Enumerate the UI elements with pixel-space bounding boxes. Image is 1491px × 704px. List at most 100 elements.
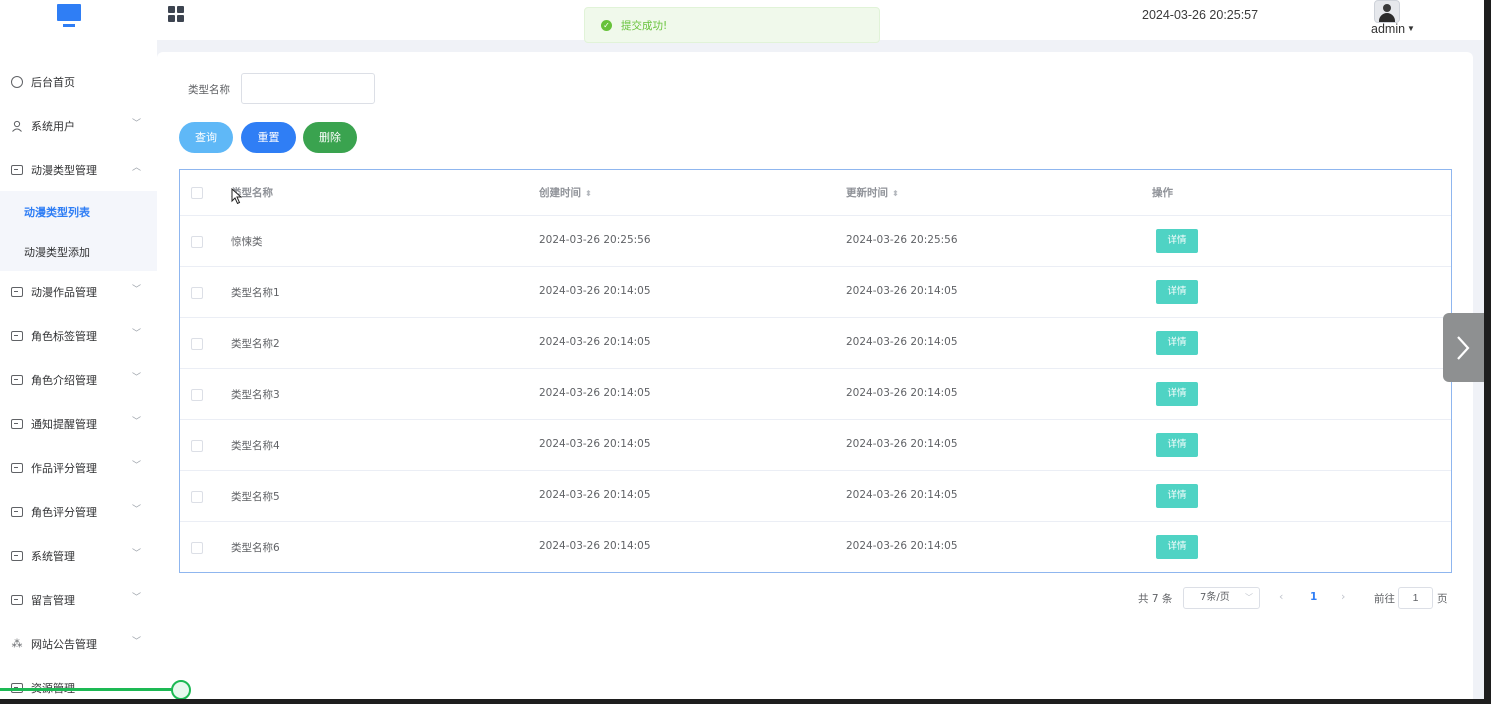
window-edge	[1484, 0, 1491, 704]
table-header: 类型名称 创建时间 ⬍ 更新时间 ⬍ 操作	[180, 170, 1451, 216]
updated-time-cell: 2024-03-26 20:14:05	[846, 387, 958, 399]
type-name-cell: 类型名称2	[231, 338, 280, 350]
sidebar-subitem-label: 动漫类型列表	[24, 206, 90, 219]
row-checkbox[interactable]	[191, 491, 203, 503]
updated-time-cell: 2024-03-26 20:14:05	[846, 438, 958, 450]
success-toast: ✓ 提交成功!	[584, 7, 880, 43]
row-checkbox[interactable]	[191, 440, 203, 452]
page-size-select[interactable]: 7条/页 ﹀	[1183, 587, 1260, 609]
detail-button[interactable]: 详情	[1156, 280, 1198, 304]
chevron-right-icon	[1457, 336, 1470, 360]
sidebar-item-anime-type[interactable]: 动漫类型管理 ︿	[0, 148, 157, 192]
next-page-button[interactable]: ›	[1341, 590, 1345, 603]
created-time-cell: 2024-03-26 20:14:05	[539, 387, 651, 399]
sidebar: 后台首页 系统用户 ﹀ 动漫类型管理 ︿ 动漫类型列表 动漫类型添加 动漫作品管…	[0, 40, 157, 704]
sidebar-item-role-ratings[interactable]: 角色评分管理 ﹀	[0, 490, 157, 534]
type-name-input[interactable]	[241, 73, 375, 104]
detail-button[interactable]: 详情	[1156, 382, 1198, 406]
column-header-updated[interactable]: 更新时间 ⬍	[846, 185, 899, 200]
chevron-up-icon: ︿	[132, 163, 142, 173]
clock-icon	[11, 76, 23, 88]
chevron-down-icon: ﹀	[132, 549, 142, 559]
sidebar-item-system-users[interactable]: 系统用户 ﹀	[0, 104, 157, 148]
avatar[interactable]	[1374, 0, 1400, 23]
detail-button[interactable]: 详情	[1156, 331, 1198, 355]
type-name-cell: 类型名称4	[231, 440, 280, 452]
sidebar-item-label: 系统用户	[31, 120, 75, 133]
row-checkbox[interactable]	[191, 236, 203, 248]
select-all-checkbox[interactable]	[191, 187, 203, 199]
goto-page-input[interactable]	[1398, 587, 1433, 609]
toast-message: 提交成功!	[621, 19, 668, 32]
detail-button[interactable]: 详情	[1156, 535, 1198, 559]
chevron-down-icon: ﹀	[132, 329, 142, 339]
sort-icon[interactable]: ⬍	[892, 189, 899, 198]
table-row: 惊悚类 2024-03-26 20:25:56 2024-03-26 20:25…	[180, 216, 1451, 267]
loading-icon: ⁂	[11, 637, 23, 650]
user-menu[interactable]: admin ▼	[1371, 22, 1415, 36]
bottom-edge	[0, 699, 1491, 704]
detail-button[interactable]: 详情	[1156, 433, 1198, 457]
sidebar-item-label: 动漫类型管理	[31, 164, 97, 177]
chevron-down-icon: ﹀	[132, 119, 142, 129]
next-arrow-button[interactable]	[1443, 313, 1484, 382]
sidebar-item-anime-works[interactable]: 动漫作品管理 ﹀	[0, 270, 157, 314]
page-size-value: 7条/页	[1200, 592, 1230, 603]
sidebar-item-label: 网站公告管理	[31, 638, 97, 651]
sidebar-item-label: 角色介绍管理	[31, 374, 97, 387]
pagination-total: 共 7 条	[1138, 593, 1173, 605]
sort-icon[interactable]: ⬍	[585, 189, 592, 198]
updated-time-cell: 2024-03-26 20:14:05	[846, 489, 958, 501]
column-header-created[interactable]: 创建时间 ⬍	[539, 185, 592, 200]
created-time-cell: 2024-03-26 20:14:05	[539, 438, 651, 450]
sidebar-item-system[interactable]: 系统管理 ﹀	[0, 534, 157, 578]
delete-button[interactable]: 删除	[303, 122, 357, 153]
sidebar-item-label: 作品评分管理	[31, 462, 97, 475]
monitor-icon[interactable]	[57, 4, 81, 28]
created-time-cell: 2024-03-26 20:25:56	[539, 234, 651, 246]
grid-icon[interactable]	[168, 6, 184, 22]
updated-time-cell: 2024-03-26 20:14:05	[846, 540, 958, 552]
card-icon	[11, 287, 23, 297]
table-row: 类型名称2 2024-03-26 20:14:05 2024-03-26 20:…	[180, 318, 1451, 369]
sidebar-item-announcements[interactable]: ⁂ 网站公告管理 ﹀	[0, 622, 157, 666]
search-label: 类型名称	[188, 84, 230, 96]
mouse-cursor-icon	[231, 188, 242, 205]
sidebar-item-label: 角色标签管理	[31, 330, 97, 343]
user-icon	[11, 120, 23, 132]
sidebar-item-notifications[interactable]: 通知提醒管理 ﹀	[0, 402, 157, 446]
row-checkbox[interactable]	[191, 287, 203, 299]
card-icon	[11, 419, 23, 429]
detail-button[interactable]: 详情	[1156, 484, 1198, 508]
sidebar-item-work-ratings[interactable]: 作品评分管理 ﹀	[0, 446, 157, 490]
sidebar-item-label: 系统管理	[31, 550, 75, 563]
chevron-down-icon: ﹀	[132, 505, 142, 515]
sidebar-subitem-type-list[interactable]: 动漫类型列表	[0, 191, 157, 231]
table-row: 类型名称3 2024-03-26 20:14:05 2024-03-26 20:…	[180, 369, 1451, 420]
chevron-down-icon: ﹀	[132, 417, 142, 427]
row-checkbox[interactable]	[191, 338, 203, 350]
progress-bar	[0, 688, 180, 691]
row-checkbox[interactable]	[191, 542, 203, 554]
sidebar-subitem-type-add[interactable]: 动漫类型添加	[0, 231, 157, 271]
query-button[interactable]: 查询	[179, 122, 233, 153]
prev-page-button[interactable]: ‹	[1279, 590, 1283, 603]
progress-handle[interactable]	[171, 680, 191, 700]
table-row: 类型名称6 2024-03-26 20:14:05 2024-03-26 20:…	[180, 522, 1451, 572]
row-checkbox[interactable]	[191, 389, 203, 401]
sidebar-item-messages[interactable]: 留言管理 ﹀	[0, 578, 157, 622]
goto-label: 前往	[1374, 593, 1395, 605]
column-header-label: 更新时间	[846, 187, 888, 199]
column-header-label: 创建时间	[539, 187, 581, 199]
created-time-cell: 2024-03-26 20:14:05	[539, 336, 651, 348]
sidebar-item-home[interactable]: 后台首页	[0, 60, 157, 104]
detail-button[interactable]: 详情	[1156, 229, 1198, 253]
card-icon	[11, 507, 23, 517]
folder-icon	[11, 551, 23, 561]
type-name-cell: 类型名称1	[231, 287, 280, 299]
page-number-current[interactable]: 1	[1310, 591, 1317, 603]
reset-button[interactable]: 重置	[241, 122, 296, 153]
sidebar-item-role-intro[interactable]: 角色介绍管理 ﹀	[0, 358, 157, 402]
sidebar-item-role-tags[interactable]: 角色标签管理 ﹀	[0, 314, 157, 358]
chevron-down-icon: ﹀	[132, 637, 142, 647]
